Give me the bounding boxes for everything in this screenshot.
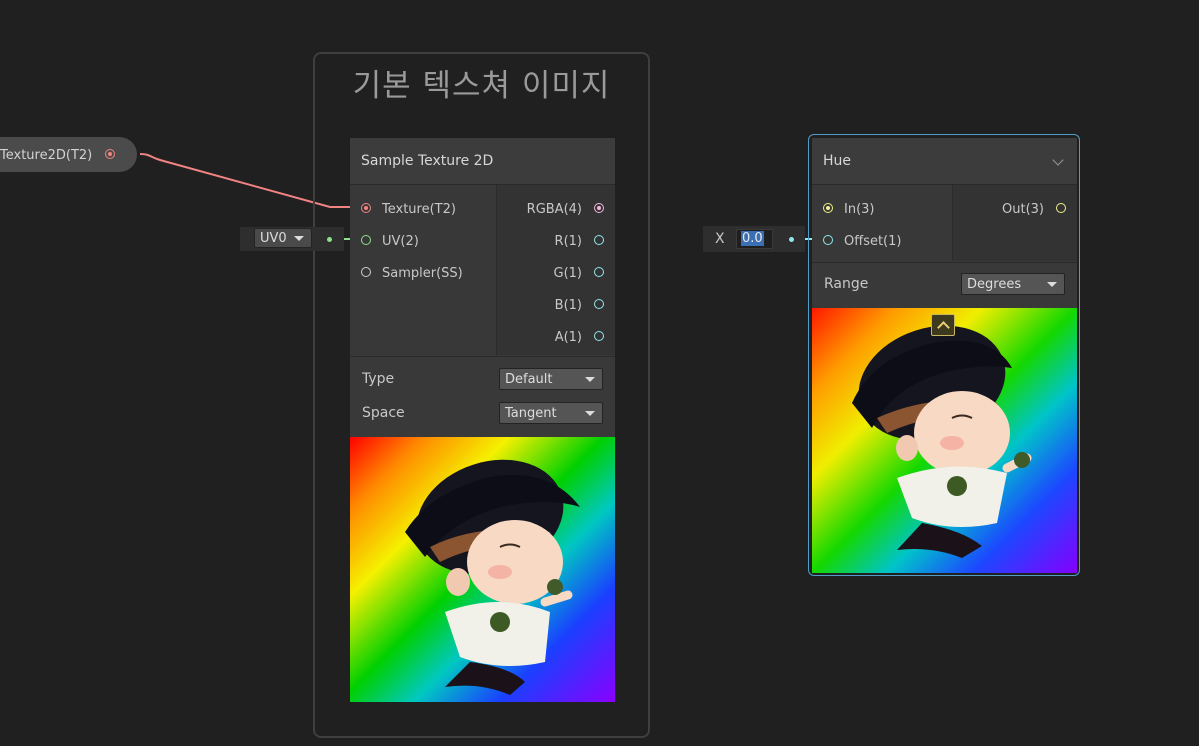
sample-texture-2d-node[interactable]: Sample Texture 2D Texture(T2) UV(2) Samp… [350, 138, 615, 702]
texture-input-port[interactable] [361, 203, 371, 213]
range-label: Range [824, 276, 869, 292]
offset-input-label: Offset(1) [844, 234, 902, 249]
space-dropdown-value: Tangent [505, 406, 557, 421]
hue-node-title: Hue [823, 153, 852, 169]
character-illustration [852, 325, 1032, 558]
node-header[interactable]: Sample Texture 2D [350, 138, 615, 185]
a-output-label: A(1) [554, 330, 582, 345]
uv-dropdown-value: UV0 [260, 231, 287, 246]
uv-inline-input: UV0 [240, 227, 344, 251]
hue-node[interactable]: Hue In(3) Offset(1) Out(3) Range Degrees [812, 138, 1077, 573]
in-input-port[interactable] [823, 203, 833, 213]
hue-input-column [812, 185, 952, 261]
sampler-input-port[interactable] [361, 267, 371, 277]
range-dropdown-value: Degrees [967, 277, 1022, 292]
g-output-port[interactable] [594, 267, 604, 277]
uv-dropdown[interactable]: UV0 [254, 228, 312, 248]
in-input-label: In(3) [844, 202, 875, 217]
b-output-label: B(1) [554, 298, 582, 313]
type-dropdown[interactable]: Default [499, 368, 603, 390]
offset-axis-label: X [715, 231, 725, 247]
g-output-label: G(1) [553, 266, 583, 281]
dropdown-arrow-icon [585, 377, 595, 382]
hue-output-column [953, 185, 1077, 261]
collapse-chevron-icon[interactable] [1052, 154, 1064, 166]
uv-connector-dot [327, 237, 332, 242]
out-output-port[interactable] [1056, 203, 1066, 213]
space-dropdown[interactable]: Tangent [499, 402, 603, 424]
hue-node-header[interactable]: Hue [812, 138, 1077, 185]
node-title: Sample Texture 2D [361, 153, 494, 169]
character-illustration [405, 459, 580, 695]
offset-value-text: 0.0 [741, 231, 764, 246]
out-output-label: Out(3) [1002, 202, 1044, 217]
group-title[interactable]: 기본 텍스쳐 이미지 [315, 60, 648, 105]
b-output-port[interactable] [594, 299, 604, 309]
r-output-port[interactable] [594, 235, 604, 245]
hue-preview-image [812, 308, 1077, 573]
preview-expand-icon[interactable] [931, 314, 955, 336]
uv-input-label: UV(2) [382, 234, 419, 249]
offset-inline-input: X 0.0 [703, 226, 805, 252]
offset-value-field[interactable]: 0.0 [736, 229, 773, 249]
dropdown-arrow-icon [294, 236, 304, 241]
rgba-output-label: RGBA(4) [526, 202, 582, 217]
rgba-output-port[interactable] [594, 203, 604, 213]
sampler-input-label: Sampler(SS) [382, 266, 463, 281]
type-label: Type [362, 371, 395, 387]
dropdown-arrow-icon [1047, 282, 1057, 287]
texture-property-node[interactable]: Texture2D(T2) [0, 137, 137, 172]
type-dropdown-value: Default [505, 372, 553, 387]
texture-input-label: Texture(T2) [382, 202, 456, 217]
offset-connector-dot [789, 237, 794, 242]
r-output-label: R(1) [554, 234, 582, 249]
uv-input-port[interactable] [361, 235, 371, 245]
property-output-port[interactable] [105, 149, 115, 159]
hue-column-divider [952, 185, 953, 261]
a-output-port[interactable] [594, 331, 604, 341]
range-dropdown[interactable]: Degrees [961, 273, 1065, 295]
chevron-up-icon [937, 321, 950, 334]
offset-input-port[interactable] [823, 235, 833, 245]
property-label: Texture2D(T2) [0, 148, 93, 163]
column-divider [496, 185, 497, 355]
texture-preview-image [350, 437, 615, 702]
space-label: Space [362, 405, 405, 421]
dropdown-arrow-icon [585, 411, 595, 416]
